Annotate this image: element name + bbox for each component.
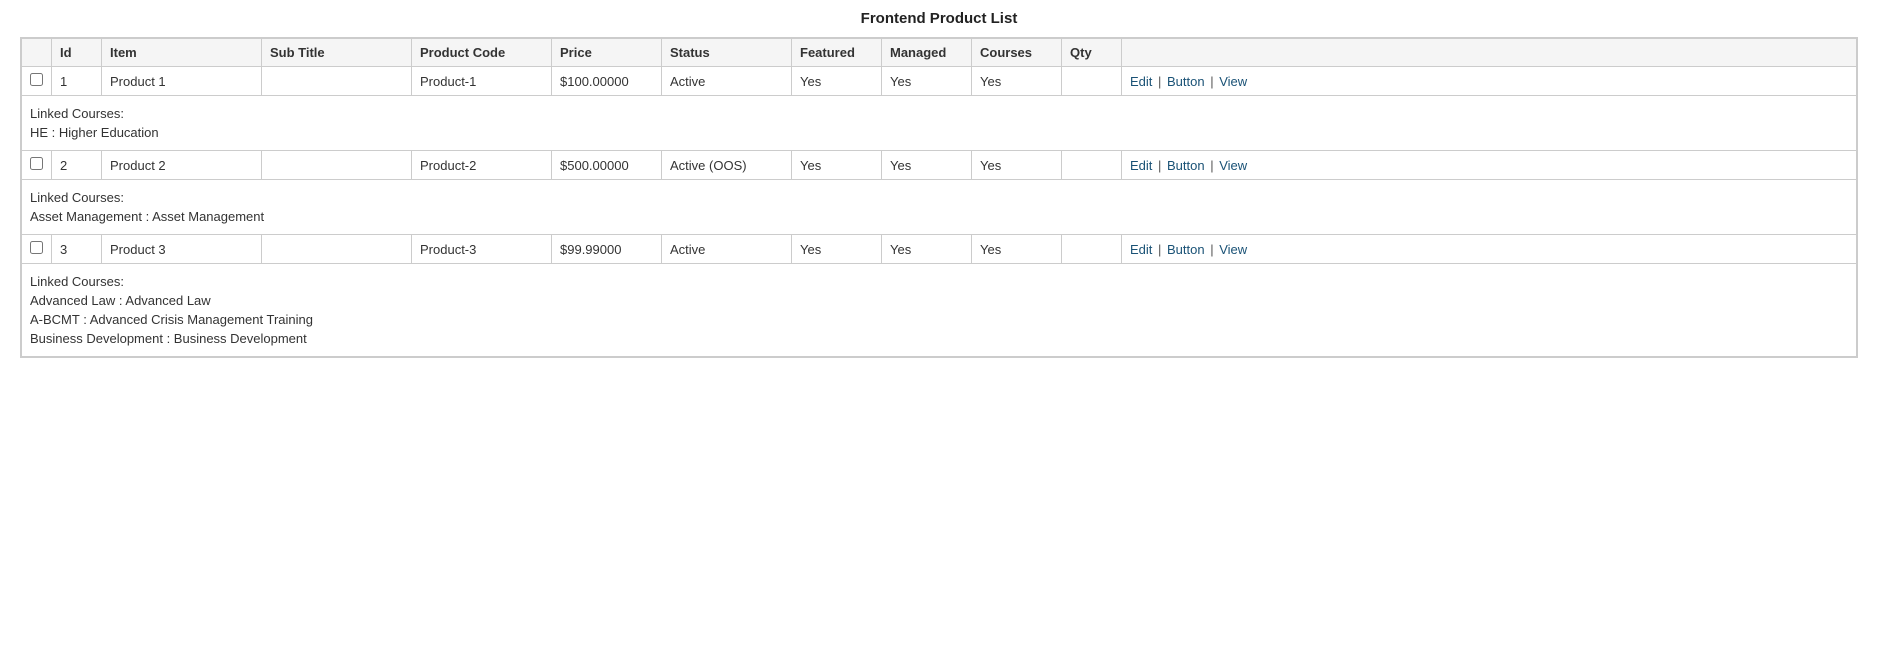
row-id: 1 (52, 67, 102, 96)
row-code: Product-3 (412, 235, 552, 264)
row-actions: Edit | Button | View (1122, 151, 1857, 180)
row-featured: Yes (792, 67, 882, 96)
row-managed: Yes (882, 67, 972, 96)
row-checkbox-2[interactable] (30, 241, 43, 254)
row-item: Product 1 (102, 67, 262, 96)
page-wrapper: Frontend Product List Id Item Sub Title … (0, 0, 1878, 660)
row-qty (1062, 151, 1122, 180)
table-header-row: Id Item Sub Title Product Code Price Sta… (22, 39, 1857, 67)
action-view-2[interactable]: View (1219, 242, 1247, 257)
action-edit-1[interactable]: Edit (1130, 158, 1152, 173)
table-row: 1Product 1Product-1$100.00000ActiveYesYe… (22, 67, 1857, 96)
detail-row: Linked Courses: Advanced Law : Advanced L… (22, 264, 1857, 357)
header-item: Item (102, 39, 262, 67)
action-button-0[interactable]: Button (1167, 74, 1205, 89)
detail-cell: Linked Courses: Asset Management : Asset … (22, 180, 1857, 235)
linked-course-item: HE : Higher Education (30, 125, 1848, 140)
row-id: 2 (52, 151, 102, 180)
row-status: Active (662, 235, 792, 264)
row-item: Product 2 (102, 151, 262, 180)
linked-course-item: A-BCMT : Advanced Crisis Management Trai… (30, 312, 1848, 327)
detail-row: Linked Courses: Asset Management : Asset … (22, 180, 1857, 235)
header-qty: Qty (1062, 39, 1122, 67)
header-status: Status (662, 39, 792, 67)
row-courses: Yes (972, 235, 1062, 264)
action-separator: | (1154, 74, 1165, 89)
row-actions: Edit | Button | View (1122, 235, 1857, 264)
row-qty (1062, 235, 1122, 264)
row-subtitle (262, 235, 412, 264)
row-featured: Yes (792, 235, 882, 264)
action-separator: | (1207, 242, 1218, 257)
row-courses: Yes (972, 151, 1062, 180)
linked-courses-label: Linked Courses: (30, 274, 1848, 289)
linked-course-item: Business Development : Business Developm… (30, 331, 1848, 346)
row-status: Active (OOS) (662, 151, 792, 180)
table-container: Id Item Sub Title Product Code Price Sta… (20, 37, 1858, 358)
linked-course-item: Advanced Law : Advanced Law (30, 293, 1848, 308)
page-title: Frontend Product List (20, 10, 1858, 27)
linked-courses-label: Linked Courses: (30, 106, 1848, 121)
header-id: Id (52, 39, 102, 67)
linked-course-item: Asset Management : Asset Management (30, 209, 1848, 224)
row-item: Product 3 (102, 235, 262, 264)
header-subtitle: Sub Title (262, 39, 412, 67)
header-code: Product Code (412, 39, 552, 67)
row-subtitle (262, 67, 412, 96)
detail-row: Linked Courses: HE : Higher Education (22, 96, 1857, 151)
row-price: $100.00000 (552, 67, 662, 96)
row-code: Product-2 (412, 151, 552, 180)
action-separator: | (1154, 158, 1165, 173)
row-price: $99.99000 (552, 235, 662, 264)
header-actions (1122, 39, 1857, 67)
header-courses: Courses (972, 39, 1062, 67)
action-separator: | (1207, 74, 1218, 89)
header-managed: Managed (882, 39, 972, 67)
header-price: Price (552, 39, 662, 67)
action-button-1[interactable]: Button (1167, 158, 1205, 173)
linked-courses-label: Linked Courses: (30, 190, 1848, 205)
row-price: $500.00000 (552, 151, 662, 180)
table-body: 1Product 1Product-1$100.00000ActiveYesYe… (22, 67, 1857, 357)
row-qty (1062, 67, 1122, 96)
row-managed: Yes (882, 235, 972, 264)
row-code: Product-1 (412, 67, 552, 96)
header-checkbox (22, 39, 52, 67)
detail-cell: Linked Courses: HE : Higher Education (22, 96, 1857, 151)
detail-cell: Linked Courses: Advanced Law : Advanced L… (22, 264, 1857, 357)
action-button-2[interactable]: Button (1167, 242, 1205, 257)
row-id: 3 (52, 235, 102, 264)
action-edit-0[interactable]: Edit (1130, 74, 1152, 89)
row-checkbox-0[interactable] (30, 73, 43, 86)
row-actions: Edit | Button | View (1122, 67, 1857, 96)
table-row: 2Product 2 Product-2$500.00000Active (OOS… (22, 151, 1857, 180)
row-managed: Yes (882, 151, 972, 180)
action-view-1[interactable]: View (1219, 158, 1247, 173)
row-status: Active (662, 67, 792, 96)
action-edit-2[interactable]: Edit (1130, 242, 1152, 257)
product-table: Id Item Sub Title Product Code Price Sta… (21, 38, 1857, 357)
row-featured: Yes (792, 151, 882, 180)
action-separator: | (1207, 158, 1218, 173)
table-row: 3Product 3Product-3$99.99000ActiveYesYes… (22, 235, 1857, 264)
row-courses: Yes (972, 67, 1062, 96)
row-checkbox-1[interactable] (30, 157, 43, 170)
header-featured: Featured (792, 39, 882, 67)
row-subtitle (262, 151, 412, 180)
action-separator: | (1154, 242, 1165, 257)
action-view-0[interactable]: View (1219, 74, 1247, 89)
